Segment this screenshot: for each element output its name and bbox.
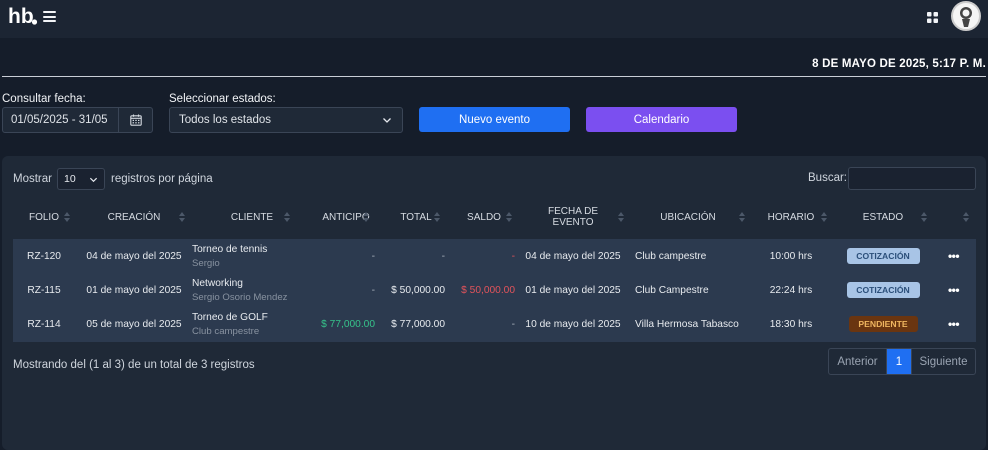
table-row[interactable]: RZ-120 04 de mayo del 2025 Torneo de ten… — [13, 239, 976, 273]
date-filter-label: Consultar fecha: — [2, 93, 86, 105]
search-input[interactable] — [848, 167, 976, 190]
pagination-page-1[interactable]: 1 — [887, 349, 911, 374]
cell-ubicacion: Villa Hermosa Tabasco — [635, 318, 739, 330]
sort-icon — [506, 212, 512, 222]
cell-fecha-evento: 10 de mayo del 2025 — [525, 318, 621, 330]
cell-estado: PENDIENTE — [835, 307, 931, 341]
status-badge: PENDIENTE — [848, 316, 918, 332]
per-page-select[interactable]: 10 — [56, 168, 105, 190]
search-label: Buscar: — [808, 172, 847, 184]
col-total[interactable]: TOTAL — [381, 202, 451, 232]
row-actions-icon[interactable]: ••• — [931, 239, 976, 273]
status-badge: COTIZACIÓN — [846, 282, 920, 298]
new-event-button[interactable]: Nuevo evento — [419, 107, 570, 132]
cell-estado: COTIZACIÓN — [835, 239, 931, 273]
status-badge: COTIZACIÓN — [846, 248, 920, 264]
events-table-panel: Mostrar 10 registros por página Buscar: … — [2, 156, 986, 450]
page-length-control: Mostrar 10 registros por página — [13, 168, 213, 190]
apps-grid-icon[interactable] — [927, 12, 938, 23]
cell-horario: 18:30 hrs — [769, 318, 813, 330]
sort-icon — [921, 212, 927, 222]
col-anticipo[interactable]: ANTICIPO — [311, 202, 381, 232]
sort-icon — [363, 212, 369, 222]
cell-creacion: 01 de mayo del 2025 — [86, 284, 182, 296]
cell-creacion: 05 de mayo del 2025 — [86, 318, 182, 330]
cell-cliente: Networking Sergio Osorio Mendez — [192, 273, 311, 307]
top-navbar: hb — [0, 0, 988, 38]
sort-icon — [821, 212, 827, 222]
col-cliente[interactable]: CLIENTE — [193, 202, 311, 232]
calendar-button[interactable]: Calendario — [586, 107, 737, 132]
menu-icon[interactable] — [43, 11, 56, 22]
pagination-prev[interactable]: Anterior — [829, 349, 887, 374]
cell-horario: 10:00 hrs — [769, 250, 813, 262]
col-ubicacion[interactable]: UBICACIÓN — [629, 202, 747, 232]
cell-estado: COTIZACIÓN — [835, 273, 931, 307]
sort-icon — [434, 212, 440, 222]
chevron-down-icon — [383, 118, 391, 123]
per-page-suffix: registros por página — [110, 173, 213, 185]
cell-saldo: $ 50,000.00 — [461, 284, 515, 296]
col-estado[interactable]: ESTADO — [835, 202, 931, 232]
user-avatar[interactable] — [951, 1, 981, 31]
cell-creacion: 04 de mayo del 2025 — [86, 250, 182, 262]
col-actions — [931, 202, 976, 232]
sort-icon — [739, 212, 745, 222]
cell-total: - — [441, 250, 445, 262]
client-contact: Sergio — [192, 257, 220, 269]
cell-saldo: - — [511, 318, 515, 330]
cell-horario: 22:24 hrs — [769, 284, 813, 296]
cell-anticipo: - — [371, 284, 375, 296]
cell-total: $ 77,000.00 — [391, 318, 445, 330]
client-name: Networking — [192, 277, 243, 289]
cell-fecha-evento: 04 de mayo del 2025 — [525, 250, 621, 262]
client-contact: Club campestre — [192, 325, 260, 337]
calendar-icon[interactable] — [118, 108, 152, 132]
sort-icon — [618, 212, 624, 222]
row-actions-icon[interactable]: ••• — [931, 307, 976, 341]
state-filter-label: Seleccionar estados: — [169, 93, 276, 105]
client-name: Torneo de tennis — [192, 243, 268, 255]
cell-saldo: - — [511, 250, 515, 262]
cell-cliente: Torneo de GOLF Club campestre — [192, 307, 311, 341]
avatar-image — [960, 7, 972, 27]
table-header: FOLIO CREACIÓN CLIENTE ANTICIPO TOTAL SA… — [13, 202, 976, 232]
col-creacion[interactable]: CREACIÓN — [75, 202, 193, 232]
divider — [2, 76, 986, 77]
chevron-down-icon — [89, 177, 98, 183]
cell-total: $ 50,000.00 — [391, 284, 445, 296]
cell-folio: RZ-120 — [27, 250, 61, 262]
table-body: RZ-120 04 de mayo del 2025 Torneo de ten… — [13, 239, 976, 342]
pagination-next[interactable]: Siguiente — [911, 349, 975, 374]
cell-anticipo: $ 77,000.00 — [321, 318, 375, 330]
cell-folio: RZ-115 — [27, 284, 61, 296]
per-page-value: 10 — [63, 173, 76, 185]
date-range-value[interactable]: 01/05/2025 - 31/05 — [3, 114, 118, 126]
sort-icon — [284, 212, 290, 222]
state-select-value: Todos los estados — [179, 114, 272, 126]
cell-ubicacion: Club campestre — [635, 250, 707, 262]
cell-folio: RZ-114 — [27, 318, 61, 330]
sort-icon — [963, 212, 969, 222]
table-row[interactable]: RZ-114 05 de mayo del 2025 Torneo de GOL… — [13, 307, 976, 341]
cell-fecha-evento: 01 de mayo del 2025 — [525, 284, 621, 296]
client-name: Torneo de GOLF — [192, 311, 268, 323]
sort-icon — [64, 212, 70, 222]
state-select[interactable]: Todos los estados — [169, 107, 403, 133]
row-actions-icon[interactable]: ••• — [931, 273, 976, 307]
cell-cliente: Torneo de tennis Sergio — [192, 239, 311, 273]
current-datetime: 8 DE MAYO DE 2025, 5:17 P. M. — [812, 58, 986, 70]
sort-icon — [179, 212, 185, 222]
svg-text:hb: hb — [8, 5, 34, 28]
table-info: Mostrando del (1 al 3) de un total de 3 … — [13, 359, 255, 371]
hb-logo[interactable]: hb — [8, 4, 38, 28]
show-label: Mostrar — [13, 173, 52, 185]
cell-ubicacion: Club Campestre — [635, 284, 709, 296]
pagination: Anterior 1 Siguiente — [828, 348, 976, 375]
cell-anticipo: - — [371, 250, 375, 262]
date-range-input[interactable]: 01/05/2025 - 31/05 — [2, 107, 153, 133]
table-row[interactable]: RZ-115 01 de mayo del 2025 Networking Se… — [13, 273, 976, 307]
col-fecha-evento[interactable]: FECHA DE EVENTO — [517, 202, 629, 232]
client-contact: Sergio Osorio Mendez — [192, 291, 288, 303]
